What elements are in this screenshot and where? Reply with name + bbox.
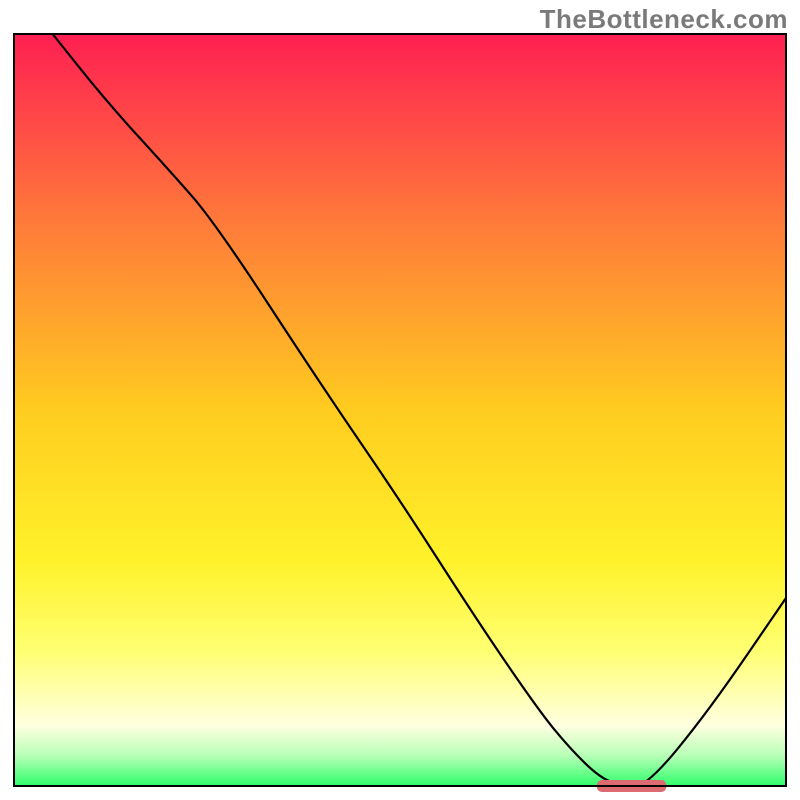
chart-canvas <box>0 0 800 800</box>
bottleneck-chart: TheBottleneck.com <box>0 0 800 800</box>
plot-background <box>14 34 786 786</box>
